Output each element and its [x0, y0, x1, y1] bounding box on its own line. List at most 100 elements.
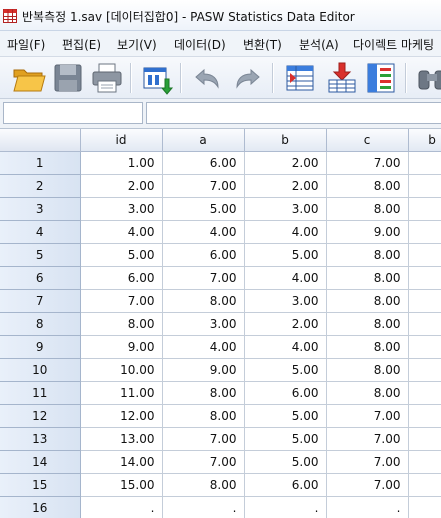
- go-to-case-icon[interactable]: [284, 61, 318, 95]
- data-cell-empty[interactable]: [408, 266, 441, 290]
- row-number[interactable]: 9: [0, 335, 81, 359]
- data-cell[interactable]: 8.00: [326, 289, 409, 313]
- row-number[interactable]: 13: [0, 427, 81, 451]
- data-cell[interactable]: 7.00: [326, 473, 409, 497]
- data-cell[interactable]: 6.00: [244, 381, 327, 405]
- data-cell[interactable]: 3.00: [162, 312, 245, 336]
- data-cell[interactable]: 7.00: [326, 427, 409, 451]
- data-cell[interactable]: .: [162, 496, 245, 518]
- menu-edit[interactable]: 편집(E): [62, 36, 101, 53]
- row-number[interactable]: 1: [0, 151, 81, 175]
- data-cell[interactable]: 5.00: [244, 404, 327, 428]
- data-cell[interactable]: 6.00: [162, 243, 245, 267]
- data-cell[interactable]: 7.00: [326, 151, 409, 175]
- data-cell[interactable]: 3.00: [80, 197, 163, 221]
- data-cell[interactable]: 3.00: [244, 289, 327, 313]
- save-disk-icon[interactable]: [51, 61, 85, 95]
- recall-dialog-icon[interactable]: [141, 61, 175, 95]
- data-cell[interactable]: 8.00: [162, 473, 245, 497]
- data-cell[interactable]: 4.00: [244, 220, 327, 244]
- open-folder-icon[interactable]: [12, 61, 46, 95]
- data-cell[interactable]: .: [244, 496, 327, 518]
- column-header-id[interactable]: id: [80, 129, 163, 152]
- find-binoculars-icon[interactable]: [416, 61, 441, 95]
- row-number[interactable]: 8: [0, 312, 81, 336]
- data-cell[interactable]: 3.00: [244, 197, 327, 221]
- data-cell-empty[interactable]: [408, 197, 441, 221]
- data-cell-empty[interactable]: [408, 312, 441, 336]
- data-cell-empty[interactable]: [408, 358, 441, 382]
- data-cell[interactable]: 8.00: [326, 358, 409, 382]
- row-number[interactable]: 15: [0, 473, 81, 497]
- data-cell[interactable]: 6.00: [244, 473, 327, 497]
- data-cell-empty[interactable]: [408, 381, 441, 405]
- column-header-a[interactable]: a: [162, 129, 245, 152]
- data-cell-empty[interactable]: [408, 289, 441, 313]
- data-cell-empty[interactable]: [408, 473, 441, 497]
- data-cell[interactable]: 15.00: [80, 473, 163, 497]
- data-cell[interactable]: 2.00: [244, 151, 327, 175]
- data-cell[interactable]: 8.00: [162, 381, 245, 405]
- data-cell-empty[interactable]: [408, 174, 441, 198]
- data-cell[interactable]: 8.00: [326, 266, 409, 290]
- redo-icon[interactable]: [231, 61, 265, 95]
- data-cell-empty[interactable]: [408, 220, 441, 244]
- data-cell[interactable]: 8.00: [162, 289, 245, 313]
- menu-analyze[interactable]: 분석(A): [299, 36, 339, 53]
- column-header-b[interactable]: b: [244, 129, 327, 152]
- data-cell[interactable]: 8.00: [162, 404, 245, 428]
- data-cell[interactable]: 5.00: [162, 197, 245, 221]
- data-cell[interactable]: 2.00: [80, 174, 163, 198]
- data-cell[interactable]: 4.00: [244, 266, 327, 290]
- data-cell[interactable]: 9.00: [162, 358, 245, 382]
- data-cell[interactable]: 5.00: [244, 427, 327, 451]
- row-number[interactable]: 2: [0, 174, 81, 198]
- cell-reference-field[interactable]: [3, 102, 143, 124]
- data-cell[interactable]: 11.00: [80, 381, 163, 405]
- data-cell-empty[interactable]: [408, 427, 441, 451]
- data-cell[interactable]: 4.00: [162, 335, 245, 359]
- data-cell[interactable]: 8.00: [80, 312, 163, 336]
- menu-data[interactable]: 데이터(D): [174, 36, 226, 53]
- data-cell[interactable]: 8.00: [326, 381, 409, 405]
- row-number[interactable]: 16: [0, 496, 81, 518]
- data-cell-empty[interactable]: [408, 243, 441, 267]
- data-cell[interactable]: 7.00: [162, 450, 245, 474]
- data-cell[interactable]: 2.00: [244, 312, 327, 336]
- data-cell[interactable]: 7.00: [162, 266, 245, 290]
- data-cell[interactable]: 5.00: [244, 358, 327, 382]
- print-icon[interactable]: [90, 61, 124, 95]
- row-number[interactable]: 11: [0, 381, 81, 405]
- data-cell-empty[interactable]: [408, 404, 441, 428]
- data-cell[interactable]: 7.00: [326, 404, 409, 428]
- data-cell[interactable]: 2.00: [244, 174, 327, 198]
- row-number[interactable]: 7: [0, 289, 81, 313]
- data-cell[interactable]: 8.00: [326, 335, 409, 359]
- data-cell[interactable]: 12.00: [80, 404, 163, 428]
- data-cell[interactable]: 8.00: [326, 174, 409, 198]
- menu-file[interactable]: 파일(F): [7, 36, 45, 53]
- data-cell[interactable]: 8.00: [326, 243, 409, 267]
- data-cell[interactable]: 6.00: [162, 151, 245, 175]
- data-cell[interactable]: 8.00: [326, 312, 409, 336]
- data-cell[interactable]: 7.00: [326, 450, 409, 474]
- menu-direct-marketing[interactable]: 다이렉트 마케팅: [353, 36, 434, 53]
- insert-cases-icon[interactable]: [325, 61, 359, 95]
- row-number[interactable]: 10: [0, 358, 81, 382]
- cell-value-field[interactable]: [146, 102, 441, 124]
- data-cell[interactable]: 9.00: [80, 335, 163, 359]
- menu-transform[interactable]: 변환(T): [243, 36, 282, 53]
- column-header-partial[interactable]: b: [408, 129, 441, 152]
- row-number[interactable]: 6: [0, 266, 81, 290]
- row-number[interactable]: 14: [0, 450, 81, 474]
- row-number[interactable]: 12: [0, 404, 81, 428]
- row-number[interactable]: 4: [0, 220, 81, 244]
- undo-icon[interactable]: [190, 61, 224, 95]
- data-cell[interactable]: 4.00: [162, 220, 245, 244]
- data-cell[interactable]: .: [326, 496, 409, 518]
- data-cell[interactable]: 10.00: [80, 358, 163, 382]
- data-cell[interactable]: 14.00: [80, 450, 163, 474]
- grid-corner[interactable]: [0, 129, 81, 152]
- data-cell[interactable]: .: [80, 496, 163, 518]
- column-header-c[interactable]: c: [326, 129, 409, 152]
